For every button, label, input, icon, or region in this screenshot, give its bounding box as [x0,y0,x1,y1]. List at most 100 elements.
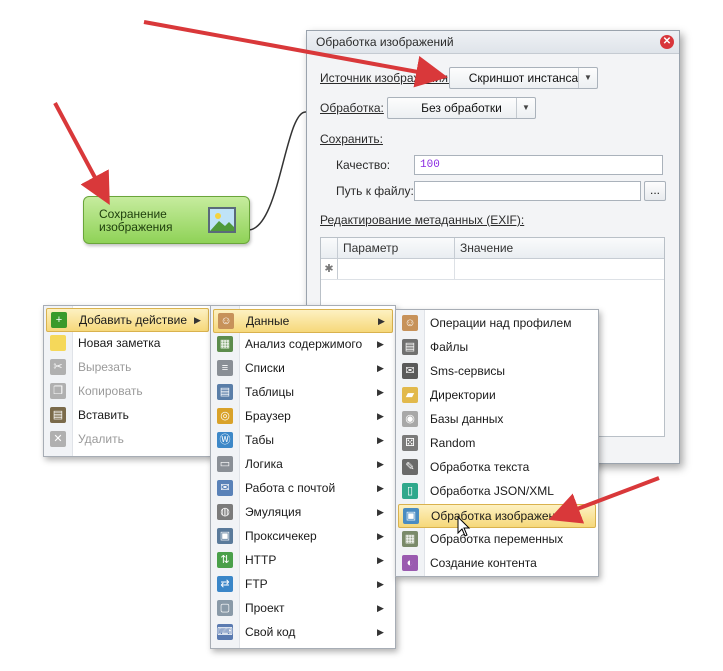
menu-item[interactable]: ▭ Логика ▶ [213,453,391,475]
menu-item[interactable]: ▢ Проект ▶ [213,597,391,619]
chevron-down-icon[interactable]: ▼ [516,98,535,118]
chevron-right-icon: ▶ [377,483,384,493]
node-label: Сохранение изображения [99,207,173,234]
source-value: Скриншот инстанса [468,71,579,85]
chevron-right-icon: ▶ [377,627,384,637]
note-icon [50,335,66,351]
menu-item-label: Проект [245,601,285,615]
menu-item-label: Обработка изображений [431,509,569,523]
menu-item[interactable]: + Добавить действие ▶ [46,308,209,332]
menu-item[interactable]: ▯ Обработка JSON/XML [398,480,594,502]
quality-field[interactable]: 100 [414,155,663,175]
menu-item[interactable]: ▤ Файлы [398,336,594,358]
folder-icon: ▰ [402,387,418,403]
chevron-down-icon[interactable]: ▼ [578,68,597,88]
profile-icon: ☺ [402,315,418,331]
menu-item[interactable]: Новая заметка [46,332,207,354]
processing-select[interactable]: Без обработки ▼ [387,97,536,119]
menu-item-label: Копировать [78,384,143,398]
menu-item[interactable]: ▣ Обработка изображений [398,504,596,528]
delete-icon: ✕ [50,431,66,447]
path-field[interactable] [414,181,641,201]
quality-label: Качество: [336,158,391,172]
pen-icon: ✎ [402,459,418,475]
database-icon: ◉ [402,411,418,427]
menu-item[interactable]: ▦ Анализ содержимого ▶ [213,333,391,355]
close-icon[interactable]: ✕ [660,35,674,49]
menu-item[interactable]: Ⓦ Табы ▶ [213,429,391,451]
path-label: Путь к файлу: [336,184,414,198]
menu-item[interactable]: ✎ Обработка текста [398,456,594,478]
plus-icon: + [51,312,67,328]
column-header-value[interactable]: Значение [454,238,660,258]
actions-submenu: ☺ Данные ▶ ▦ Анализ содержимого ▶ ≡ Списки ▶ ▤ Таб… [210,305,396,649]
menu-item: ❐ Копировать [46,380,207,402]
menu-item-label: Обработка текста [430,460,530,474]
menu-item[interactable]: ≡ Списки ▶ [213,357,391,379]
mouse-icon: ◍ [217,504,233,520]
menu-item[interactable]: ▣ Проксичекер ▶ [213,525,391,547]
menu-item[interactable]: ☺ Данные ▶ [213,309,393,333]
content-icon: ◐ [402,555,418,571]
scissors-icon: ✂ [50,359,66,375]
menu-item-label: Проксичекер [245,529,317,543]
table-row[interactable] [321,259,664,280]
chevron-right-icon: ▶ [377,411,384,421]
list-icon: ≡ [217,360,233,376]
menu-item: ✕ Удалить [46,428,207,450]
menu-item-label: Списки [245,361,285,375]
data-submenu: ☺ Операции над профилем ▤ Файлы ✉ Sms-сервисы… [395,309,599,577]
menu-item-label: Удалить [78,432,124,446]
http-icon: ⇅ [217,552,233,568]
menu-item-label: Файлы [430,340,469,354]
variables-icon: ▦ [402,531,418,547]
menu-item-label: Sms-сервисы [430,364,506,378]
menu-item-label: Свой код [245,625,296,639]
save-label: Сохранить: [320,132,383,146]
menu-item[interactable]: ▦ Обработка переменных [398,528,594,550]
browser-icon: ◎ [217,408,233,424]
table-icon: ▤ [217,384,233,400]
grid-divider [454,259,455,279]
source-select[interactable]: Скриншот инстанса ▼ [449,67,598,89]
menu-item[interactable]: ◉ Базы данных [398,408,594,430]
menu-item-label: Эмуляция [245,505,302,519]
context-menu: + Добавить действие ▶ Новая заметка ✂ Вырезат… [43,305,212,457]
menu-item[interactable]: ✉ Sms-сервисы [398,360,594,382]
menu-item-label: Новая заметка [78,336,161,350]
menu-item[interactable]: ⇄ FTP ▶ [213,573,391,595]
menu-item[interactable]: ⇅ HTTP ▶ [213,549,391,571]
menu-item-label: Данные [246,314,290,328]
menu-item[interactable]: ▰ Директории [398,384,594,406]
menu-item[interactable]: ◍ Эмуляция ▶ [213,501,391,523]
tabs-icon: Ⓦ [217,432,233,448]
save-image-node[interactable]: Сохранение изображения [83,196,250,244]
chevron-right-icon: ▶ [377,507,384,517]
column-header-param[interactable]: Параметр [337,238,455,258]
menu-item[interactable]: ▤ Вставить [46,404,207,426]
menu-item[interactable]: ✉ Работа с почтой ▶ [213,477,391,499]
logic-icon: ▭ [217,456,233,472]
menu-item-label: Табы [245,433,274,447]
menu-item[interactable]: ⚄ Random [398,432,594,454]
menu-item-label: Обработка переменных [430,532,564,546]
grid-header: Параметр Значение [321,238,664,259]
new-row-icon: ✱ [321,259,338,279]
chevron-right-icon: ▶ [377,435,384,445]
menu-item[interactable]: ⌨ Свой код ▶ [213,621,391,643]
json-icon: ▯ [402,483,418,499]
menu-item[interactable]: ☺ Операции над профилем [398,312,594,334]
menu-item-label: Логика [245,457,283,471]
chevron-right-icon: ▶ [194,315,201,325]
menu-item[interactable]: ◐ Создание контента [398,552,594,574]
menu-item[interactable]: ◎ Браузер ▶ [213,405,391,427]
exif-label: Редактирование метаданных (EXIF): [320,213,525,227]
chevron-right-icon: ▶ [377,531,384,541]
menu-item[interactable]: ▤ Таблицы ▶ [213,381,391,403]
menu-item-label: Директории [430,388,496,402]
browse-button[interactable]: ... [644,181,666,201]
source-label: Источник изображения: [320,71,452,85]
file-icon: ▤ [402,339,418,355]
chevron-right-icon: ▶ [377,555,384,565]
dice-icon: ⚄ [402,435,418,451]
